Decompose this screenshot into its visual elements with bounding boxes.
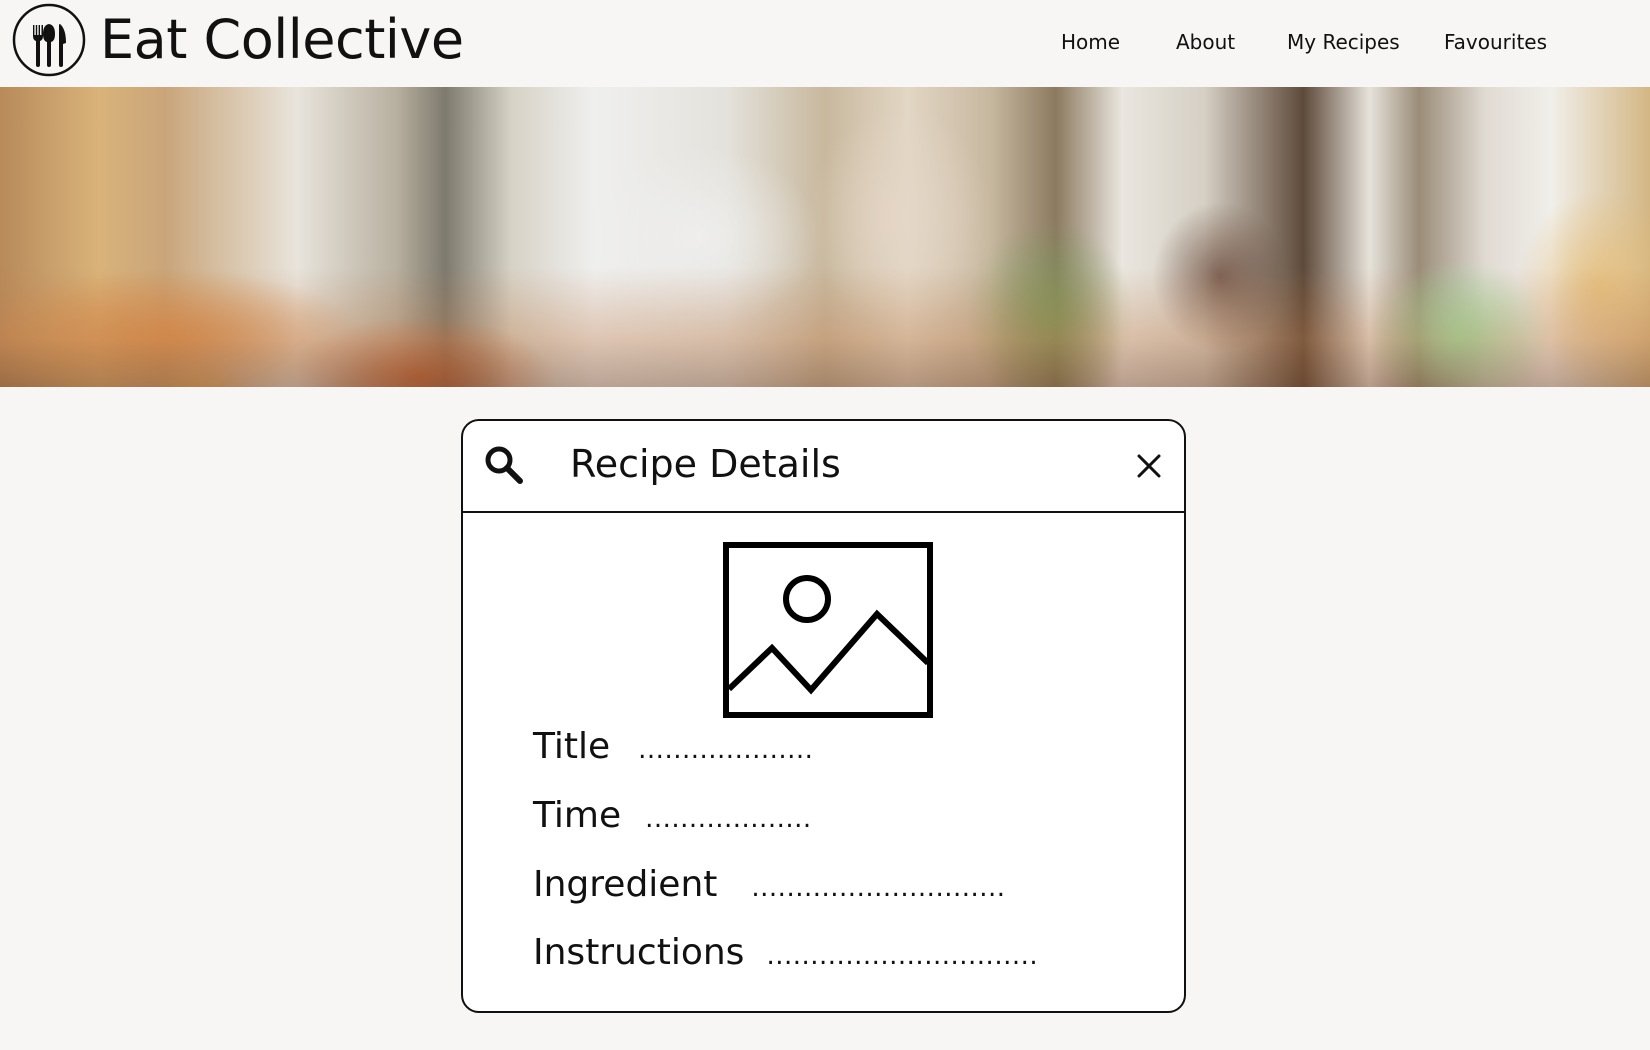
modal-title: Recipe Details (570, 442, 841, 486)
recipe-field-title: Title.................... (533, 724, 813, 773)
image-placeholder-icon (723, 542, 933, 718)
nav-my-recipes-link[interactable]: My Recipes (1287, 28, 1400, 56)
search-icon[interactable] (483, 444, 525, 486)
field-value: ................... (645, 804, 812, 834)
recipe-field-instructions: Instructions............................… (533, 930, 1038, 979)
modal-header: Recipe Details (463, 421, 1184, 513)
hero-banner (0, 87, 1650, 387)
nav-favourites-link[interactable]: Favourites (1444, 28, 1547, 56)
field-value: ............................... (766, 941, 1039, 971)
close-icon[interactable] (1134, 451, 1164, 481)
field-value: .................... (638, 735, 814, 765)
field-label: Instructions (533, 932, 745, 973)
recipe-details-modal: Recipe Details Title....................… (461, 419, 1186, 1013)
field-value: ............................. (751, 873, 1006, 903)
recipe-field-ingredient: Ingredient............................. (533, 862, 1006, 911)
hero-overlay (0, 267, 1650, 387)
field-label: Time (533, 795, 622, 836)
field-label: Ingredient (533, 864, 718, 905)
nav-home-link[interactable]: Home (1061, 28, 1120, 56)
main-nav: Home About My Recipes Favourites (0, 28, 1650, 58)
recipe-field-time: Time................... (533, 793, 812, 842)
nav-about-link[interactable]: About (1176, 28, 1235, 56)
field-label: Title (533, 726, 611, 767)
site-header: Eat Collective Home About My Recipes Fav… (0, 0, 1650, 87)
